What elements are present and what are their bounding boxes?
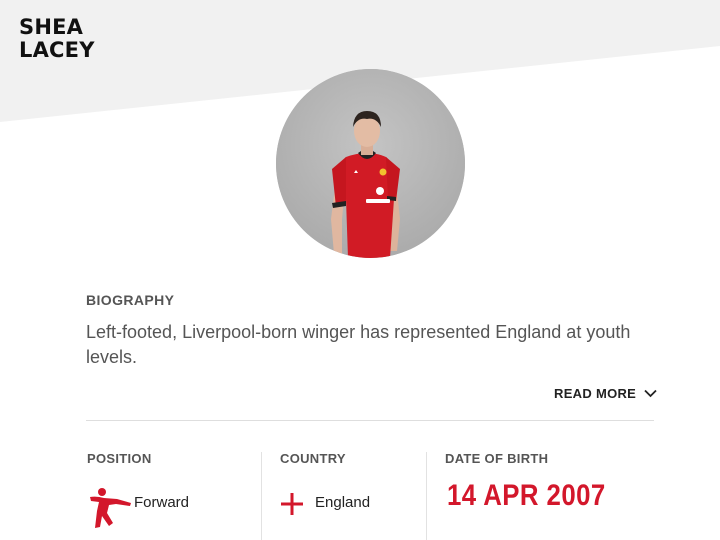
column-divider (426, 452, 427, 540)
country-label: COUNTRY (280, 451, 346, 466)
player-last-name: LACEY (19, 38, 95, 62)
dob-value: 14 APR 2007 (447, 479, 606, 512)
player-first-name: SHEA (19, 15, 84, 39)
england-cross-icon (281, 493, 303, 515)
country-value: England (315, 494, 371, 511)
chevron-down-icon (644, 389, 657, 398)
forward-player-icon (90, 488, 131, 528)
dob-label: DATE OF BIRTH (445, 451, 549, 466)
read-more-button[interactable]: READ MORE (554, 386, 657, 401)
biography-heading: BIOGRAPHY (86, 292, 175, 308)
position-label: POSITION (87, 451, 152, 466)
section-divider (86, 420, 654, 421)
player-photo (276, 69, 465, 258)
position-value: Forward (134, 494, 190, 511)
column-divider (261, 452, 262, 540)
biography-text: Left-footed, Liverpool-born winger has r… (86, 322, 631, 367)
player-name: SHEA LACEY (19, 16, 95, 62)
read-more-label: READ MORE (554, 386, 637, 401)
